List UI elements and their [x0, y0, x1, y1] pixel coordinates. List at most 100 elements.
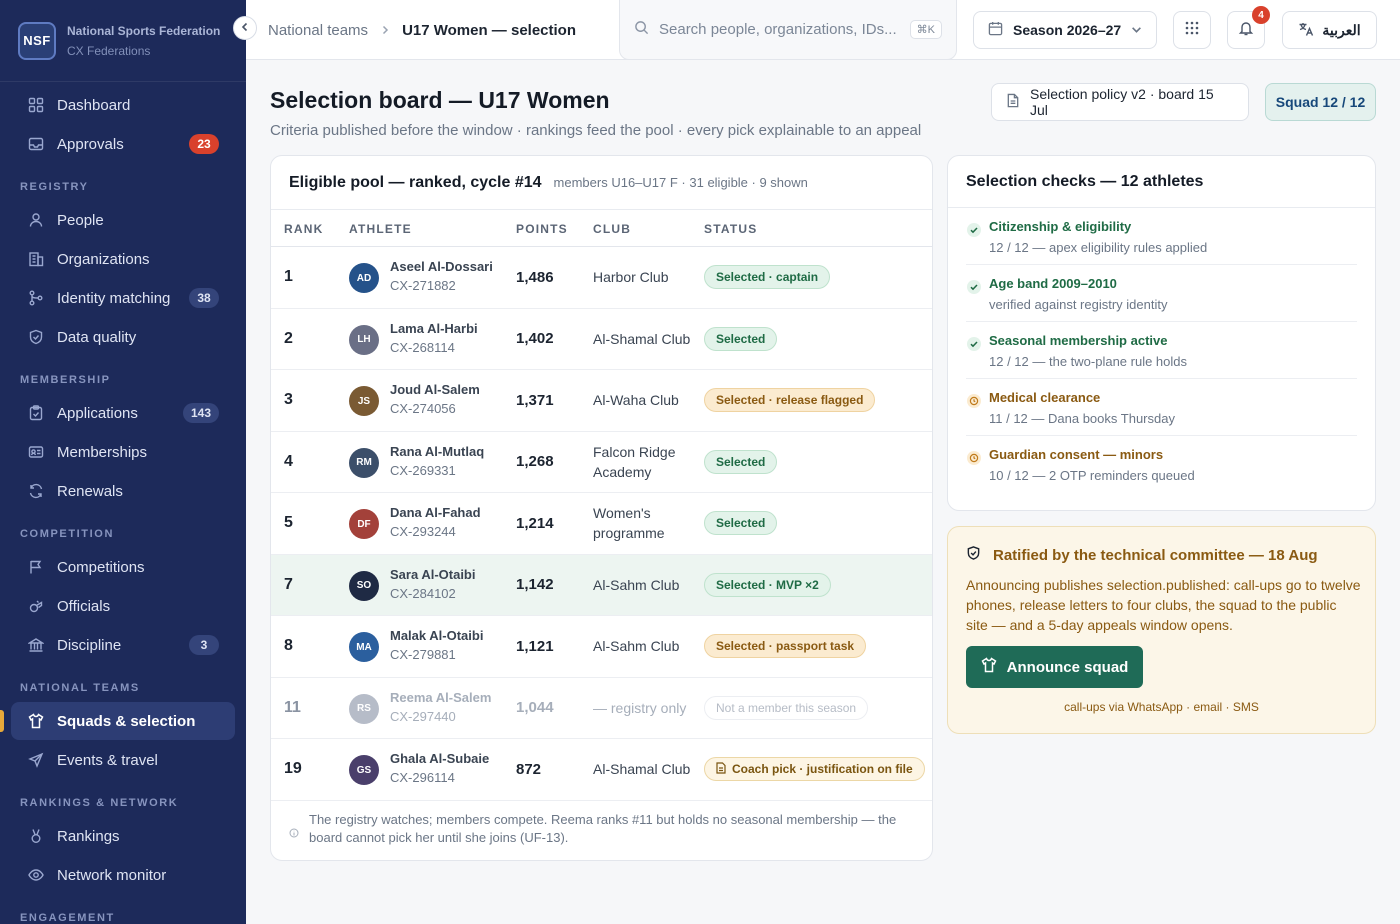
- notifications-button[interactable]: 4: [1227, 6, 1270, 49]
- check-circle-icon: [966, 222, 982, 238]
- athlete-name[interactable]: Aseel Al-Dossari: [390, 259, 493, 274]
- athlete-name[interactable]: Ghala Al-Subaie: [390, 751, 489, 766]
- athlete-points: 872: [516, 760, 542, 778]
- season-select[interactable]: Season 2026–27: [973, 11, 1157, 49]
- athlete-points: 1,486: [516, 268, 554, 286]
- sidebar-item-approvals[interactable]: Approvals 23: [11, 125, 235, 163]
- shirt-icon: [27, 712, 45, 730]
- sidebar-item-organizations[interactable]: Organizations: [11, 240, 235, 278]
- athlete-name[interactable]: Rana Al-Mutlaq: [390, 444, 484, 459]
- sidebar-item-squads[interactable]: Squads & selection: [0, 702, 235, 740]
- athlete-club: — registry only: [593, 699, 687, 716]
- sidebar-item-discipline[interactable]: Discipline 3: [11, 626, 235, 664]
- table-row[interactable]: 2 LH Lama Al-Harbi CX-268114 1,402 Al-Sha…: [271, 309, 932, 370]
- check-item[interactable]: Guardian consent — minors 10 / 12 — 2 OT…: [966, 436, 1357, 493]
- sidebar-item-label: Discipline: [57, 636, 122, 654]
- squad-count-badge: Squad 12 / 12: [1265, 83, 1376, 121]
- sidebar-item-officials[interactable]: Officials: [11, 587, 235, 625]
- athlete-name[interactable]: Lama Al-Harbi: [390, 321, 478, 336]
- eye-icon: [27, 866, 45, 884]
- check-item[interactable]: Medical clearance 11 / 12 — Dana books T…: [966, 379, 1357, 436]
- info-icon: [289, 827, 299, 845]
- table-row[interactable]: 3 JS Joud Al-Salem CX-274056 1,371 Al-Wah…: [271, 370, 932, 432]
- git-merge-icon: [27, 289, 45, 307]
- status-badge: Selected · passport task: [704, 634, 867, 658]
- check-title: Citizenship & eligibility: [989, 219, 1132, 234]
- selection-policy-button[interactable]: Selection policy v2 · board 15 Jul: [991, 83, 1249, 121]
- check-item[interactable]: Seasonal membership active 12 / 12 — the…: [966, 322, 1357, 379]
- athlete-name[interactable]: Sara Al-Otaibi: [390, 567, 475, 582]
- brand[interactable]: NSF National Sports Federation CX Federa…: [0, 0, 246, 82]
- plane-icon: [27, 751, 45, 769]
- sidebar-item-data-quality[interactable]: Data quality: [11, 318, 235, 356]
- column-rank[interactable]: RANK: [284, 222, 323, 236]
- column-club[interactable]: CLUB: [593, 222, 631, 236]
- chevron-right-icon: [380, 22, 390, 38]
- athlete-id: CX-297440: [390, 708, 456, 724]
- id-card-icon: [27, 443, 45, 461]
- building-icon: [27, 250, 45, 268]
- athlete-rank: 3: [284, 391, 293, 409]
- sidebar-item-events[interactable]: Events & travel: [11, 741, 235, 779]
- check-detail: verified against registry identity: [989, 297, 1168, 312]
- shield-check-icon: [27, 328, 45, 346]
- sidebar-item-people[interactable]: People: [11, 201, 235, 239]
- apps-button[interactable]: [1173, 11, 1211, 49]
- sidebar-item-renewals[interactable]: Renewals: [11, 472, 235, 510]
- column-points[interactable]: POINTS: [516, 222, 568, 236]
- pool-meta: members U16–U17 F · 31 eligible · 9 show…: [553, 175, 808, 190]
- check-item[interactable]: Age band 2009–2010 verified against regi…: [966, 265, 1357, 322]
- sidebar-item-applications[interactable]: Applications 143: [11, 394, 235, 432]
- avatar: RM: [349, 447, 379, 478]
- table-header: RANK ATHLETE POINTS CLUB STATUS: [271, 210, 932, 247]
- status-badge: Selected · release flagged: [704, 388, 876, 412]
- athlete-id: CX-271882: [390, 278, 456, 293]
- athlete-rank: 4: [284, 452, 293, 470]
- brand-subtitle: CX Federations: [67, 43, 151, 58]
- athlete-club: Al-Sahm Club: [593, 576, 680, 593]
- announce-squad-label: Announce squad: [1006, 658, 1129, 676]
- athlete-name[interactable]: Malak Al-Otaibi: [390, 628, 483, 643]
- collapse-sidebar-button[interactable]: [233, 16, 257, 40]
- clock-icon: [966, 450, 982, 466]
- table-row[interactable]: 5 DF Dana Al-Fahad CX-293244 1,214 Women'…: [271, 493, 932, 555]
- sidebar-item-memberships[interactable]: Memberships: [11, 433, 235, 471]
- grid-icon: [1184, 20, 1200, 41]
- sidebar-item-competitions[interactable]: Competitions: [11, 548, 235, 586]
- language-toggle[interactable]: العربية: [1282, 11, 1377, 49]
- announce-squad-button[interactable]: Announce squad: [966, 646, 1143, 688]
- check-title: Seasonal membership active: [989, 333, 1168, 348]
- status-badge: Selected · captain: [704, 265, 831, 289]
- column-athlete[interactable]: ATHLETE: [349, 222, 412, 236]
- table-row[interactable]: 1 AD Aseel Al-Dossari CX-271882 1,486 Har…: [271, 247, 932, 309]
- sidebar-item-dashboard[interactable]: Dashboard: [11, 86, 235, 124]
- table-row[interactable]: 4 RM Rana Al-Mutlaq CX-269331 1,268 Falco…: [271, 432, 932, 493]
- ratification-footer: call-ups via WhatsApp · email · SMS: [1064, 700, 1259, 714]
- check-item[interactable]: Citizenship & eligibility 12 / 12 — apex…: [966, 208, 1357, 265]
- approvals-count-badge: 23: [189, 134, 219, 154]
- ratification-title: Ratified by the technical committee — 18…: [993, 546, 1318, 564]
- shield-check-icon: [966, 545, 981, 565]
- athlete-name[interactable]: Reema Al-Salem: [390, 690, 491, 705]
- athlete-name[interactable]: Dana Al-Fahad: [390, 505, 481, 520]
- sidebar-item-rankings[interactable]: Rankings: [11, 817, 235, 855]
- athlete-club: Al-Shamal Club: [593, 761, 691, 778]
- breadcrumb-national-teams[interactable]: National teams: [268, 22, 368, 39]
- sidebar-item-label: Events & travel: [57, 751, 158, 769]
- column-status[interactable]: STATUS: [704, 222, 757, 236]
- search-input[interactable]: Search people, organizations, IDs... ⌘K: [619, 0, 957, 60]
- sidebar-item-network-monitor[interactable]: Network monitor: [11, 856, 235, 894]
- ratification-body: Announcing publishes selection.published…: [966, 577, 1361, 633]
- sidebar-item-label: Data quality: [57, 328, 137, 346]
- sidebar-item-identity-matching[interactable]: Identity matching 38: [11, 279, 235, 317]
- table-row[interactable]: 8 MA Malak Al-Otaibi CX-279881 1,121 Al-S…: [271, 616, 932, 678]
- sidebar-item-label: Renewals: [57, 482, 123, 500]
- table-row[interactable]: 11 RS Reema Al-Salem CX-297440 1,044 — re…: [271, 678, 932, 739]
- pool-header: Eligible pool — ranked, cycle #14 member…: [271, 156, 932, 210]
- table-row[interactable]: 19 GS Ghala Al-Subaie CX-296114 872 Al-Sh…: [271, 739, 932, 801]
- athlete-name[interactable]: Joud Al-Salem: [390, 382, 480, 397]
- checks-title: Selection checks — 12 athletes: [948, 156, 1375, 208]
- status-badge-label: Coach pick · justification on file: [732, 762, 913, 776]
- table-row[interactable]: 7 SO Sara Al-Otaibi CX-284102 1,142 Al-Sa…: [271, 554, 932, 616]
- topbar: National teams U17 Women — selection Sea…: [246, 0, 1400, 60]
